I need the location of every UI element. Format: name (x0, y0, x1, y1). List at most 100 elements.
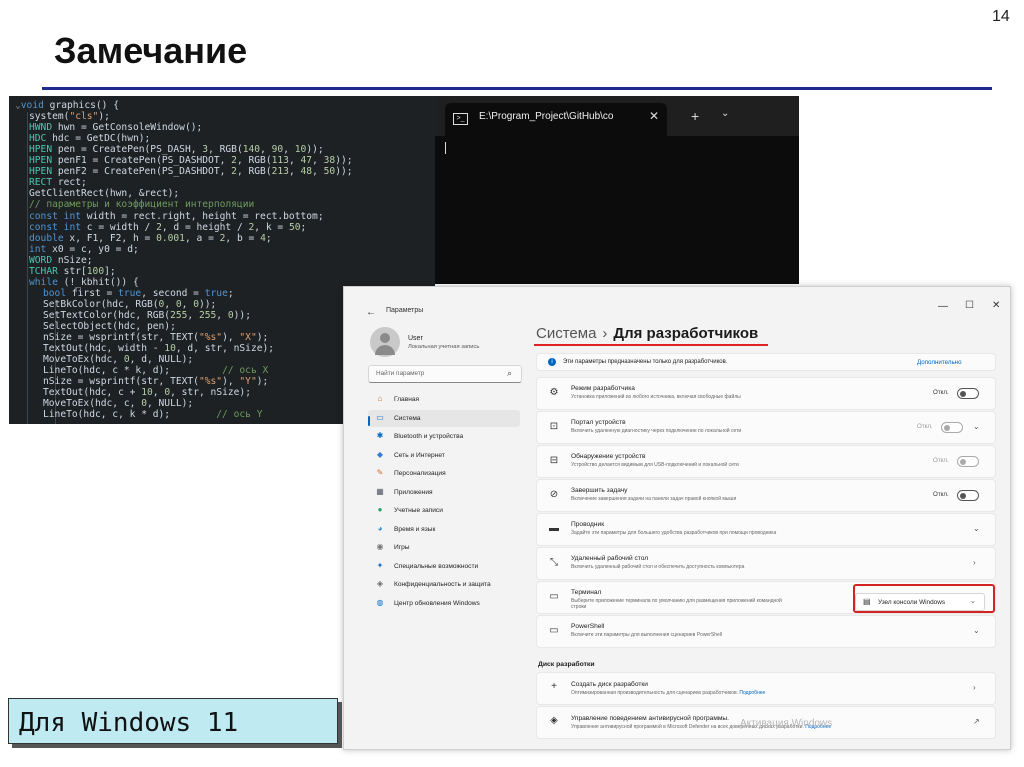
code-line: RECT rect; (29, 177, 87, 189)
info-text: Эти параметры предназначены только для р… (563, 359, 728, 365)
setting-title: Завершить задачу (571, 487, 628, 494)
close-window-button[interactable]: ✕ (992, 300, 1000, 311)
new-tab-button[interactable]: + (691, 108, 699, 124)
slide-number: 14 (992, 8, 1010, 25)
toggle-switch[interactable] (941, 422, 963, 433)
sidebar-item-8[interactable]: ◉ Игры (368, 539, 520, 556)
setting-description: Установка приложений из любого источника… (571, 394, 741, 400)
chevron-right-icon[interactable]: › (973, 558, 976, 567)
avatar-body (375, 345, 395, 355)
code-line: bool first = true, second = true; (43, 287, 234, 299)
toggle-switch[interactable] (957, 456, 979, 467)
code-line: // параметры и коэффициент интерполяции (29, 199, 255, 211)
code-line: TextOut(hdc, c + 10, 0, str, nSize); (43, 387, 251, 399)
toggle-state-label: Откл. (917, 423, 933, 430)
setting-description: Задайте эти параметры для большего удобс… (571, 530, 777, 536)
setting-description-text: Оптимизированная производительность для … (571, 690, 738, 696)
sidebar-item-label: Время и язык (394, 525, 436, 533)
code-line: ⌄void graphics() { (15, 100, 119, 111)
gamepad-icon: ◉ (376, 542, 384, 551)
tool-icon: ⚙ (549, 387, 559, 398)
sidebar-item-1[interactable]: ▭ Система (368, 409, 520, 427)
toggle-switch[interactable] (957, 490, 979, 501)
sidebar-item-3[interactable]: ◆ Сеть и Интернет (368, 447, 520, 464)
discovery-icon: ⊟ (549, 455, 559, 466)
nav-active-indicator (368, 416, 370, 426)
toggle-switch[interactable] (957, 388, 979, 399)
code-line: HDC hdc = GetDC(hwn); (29, 133, 151, 145)
person-icon: ● (377, 505, 383, 514)
setting-card-powershell[interactable]: ▭ PowerShell Включите эти параметры для вы… (536, 615, 996, 648)
sidebar-item-4[interactable]: ✎ Персонализация (368, 465, 520, 482)
sidebar-item-0[interactable]: ⌂ Главная (368, 391, 520, 408)
code-line: TCHAR str[100]; (29, 265, 116, 277)
close-tab-icon[interactable]: ✕ (649, 109, 659, 123)
chevron-right-icon[interactable]: › (973, 683, 976, 692)
maximize-button[interactable]: ☐ (965, 300, 974, 311)
setting-card-developer-mode[interactable]: ⚙ Режим разработчика Установка приложений … (536, 377, 996, 410)
settings-window: ← Параметры — ☐ ✕ User Локальная учетная… (343, 286, 1011, 750)
powershell-icon: ▭ (549, 625, 559, 636)
sidebar-item-label: Сеть и Интернет (394, 451, 445, 459)
remote-icon: ⤡ (550, 557, 558, 568)
sidebar-item-11[interactable]: ◍ Центр обновления Windows (368, 595, 520, 612)
code-line: LineTo(hdc, c * k, d); // ось X (43, 365, 269, 377)
more-link[interactable]: Дополнительно (917, 359, 962, 366)
terminal-tab[interactable]: >_ E:\Program_Project\GitHub\co ✕ (445, 103, 667, 136)
setting-card-create-dev-drive[interactable]: + Создать диск разработки Оптимизированная… (536, 672, 996, 705)
update-icon: ◍ (376, 597, 384, 607)
setting-card-device-portal[interactable]: ⊡ Портал устройств Включить удаленную диаг… (536, 411, 996, 444)
avatar[interactable] (370, 327, 400, 357)
home-icon: ⌂ (377, 394, 383, 403)
external-link-icon[interactable]: ↗ (973, 717, 980, 726)
toggle-state-label: Откл. (933, 491, 949, 498)
code-line: HPEN penF1 = CreatePen(PS_DASHDOT, 2, RG… (29, 155, 353, 167)
code-line: nSize = wsprintf(str, TEXT("%s"), "Y"); (43, 376, 269, 388)
sidebar-item-label: Система (394, 414, 421, 422)
setting-card-explorer[interactable]: ▬ Проводник Задайте эти параметры для боль… (536, 513, 996, 546)
chevron-down-icon[interactable]: ⌄ (973, 626, 980, 635)
setting-card-end-task[interactable]: ⊘ Завершить задачу Включение завершения за… (536, 479, 996, 512)
code-line: while (!_kbhit()) { (29, 276, 139, 288)
setting-card-remote-desktop[interactable]: ⤡ Удаленный рабочий стол Включить удаленны… (536, 547, 996, 580)
setting-description: Выберите приложение терминала по умолчан… (571, 598, 782, 604)
terminal-icon: ▭ (549, 591, 559, 602)
setting-title: Проводник (571, 521, 605, 528)
code-line: nSize = wsprintf(str, TEXT("%s"), "X"); (43, 332, 269, 344)
back-arrow-icon[interactable]: ← (366, 307, 376, 318)
code-line: LineTo(hdc, c, k * d); // ось Y (43, 409, 263, 421)
sidebar-item-6[interactable]: ● Учетные записи (368, 502, 520, 519)
breadcrumb-parent[interactable]: Система (536, 325, 596, 342)
chevron-down-icon[interactable]: ⌄ (973, 524, 980, 533)
chevron-down-icon[interactable]: ⌄ (721, 108, 729, 119)
setting-title: Создать диск разработки (571, 681, 648, 688)
code-line: SetTextColor(hdc, RGB(255, 255, 0)); (43, 309, 251, 321)
toggle-knob (944, 424, 950, 431)
code-line: WORD nSize; (29, 254, 93, 266)
code-line: const int width = rect.right, height = r… (29, 210, 324, 222)
terminal-icon: >_ (453, 113, 468, 125)
folder-icon: ▬ (549, 523, 559, 534)
minimize-button[interactable]: — (938, 301, 948, 312)
sidebar-item-7[interactable]: ◕ Время и язык (368, 521, 520, 538)
code-line: SelectObject(hdc, pen); (43, 321, 176, 332)
learn-more-link[interactable]: Подробнее (739, 690, 765, 696)
sidebar-item-5[interactable]: ▦ Приложения (368, 484, 520, 501)
toggle-knob (960, 390, 966, 397)
section-heading: Диск разработки (538, 661, 595, 668)
chevron-down-icon[interactable]: ⌄ (973, 422, 980, 431)
sidebar-item-label: Конфиденциальность и защита (394, 581, 491, 588)
shield-icon: ◈ (550, 715, 558, 726)
code-line: TextOut(hdc, width - 10, d, str, nSize); (43, 343, 275, 355)
caption-text: Для Windows 11 (19, 708, 239, 738)
terminal-tab-bar: >_ E:\Program_Project\GitHub\co ✕ + ⌄ (435, 96, 799, 136)
sidebar-item-9[interactable]: ✦ Специальные возможности (368, 558, 520, 575)
setting-card-device-discovery[interactable]: ⊟ Обнаружение устройств Устройство делаетс… (536, 445, 996, 478)
terminal-tab-title: E:\Program_Project\GitHub\co (479, 111, 614, 122)
settings-search-input[interactable]: Найти параметр ⌕ (368, 365, 522, 383)
setting-description: Включение завершения задачи на панели за… (571, 496, 737, 502)
setting-description: Включить удаленную диагностику через под… (571, 428, 742, 434)
sidebar-item-2[interactable]: ✱ Bluetooth и устройства (368, 428, 520, 445)
sidebar-item-10[interactable]: ◈ Конфиденциальность и защита (368, 576, 520, 593)
setting-title: Портал устройств (571, 419, 626, 426)
